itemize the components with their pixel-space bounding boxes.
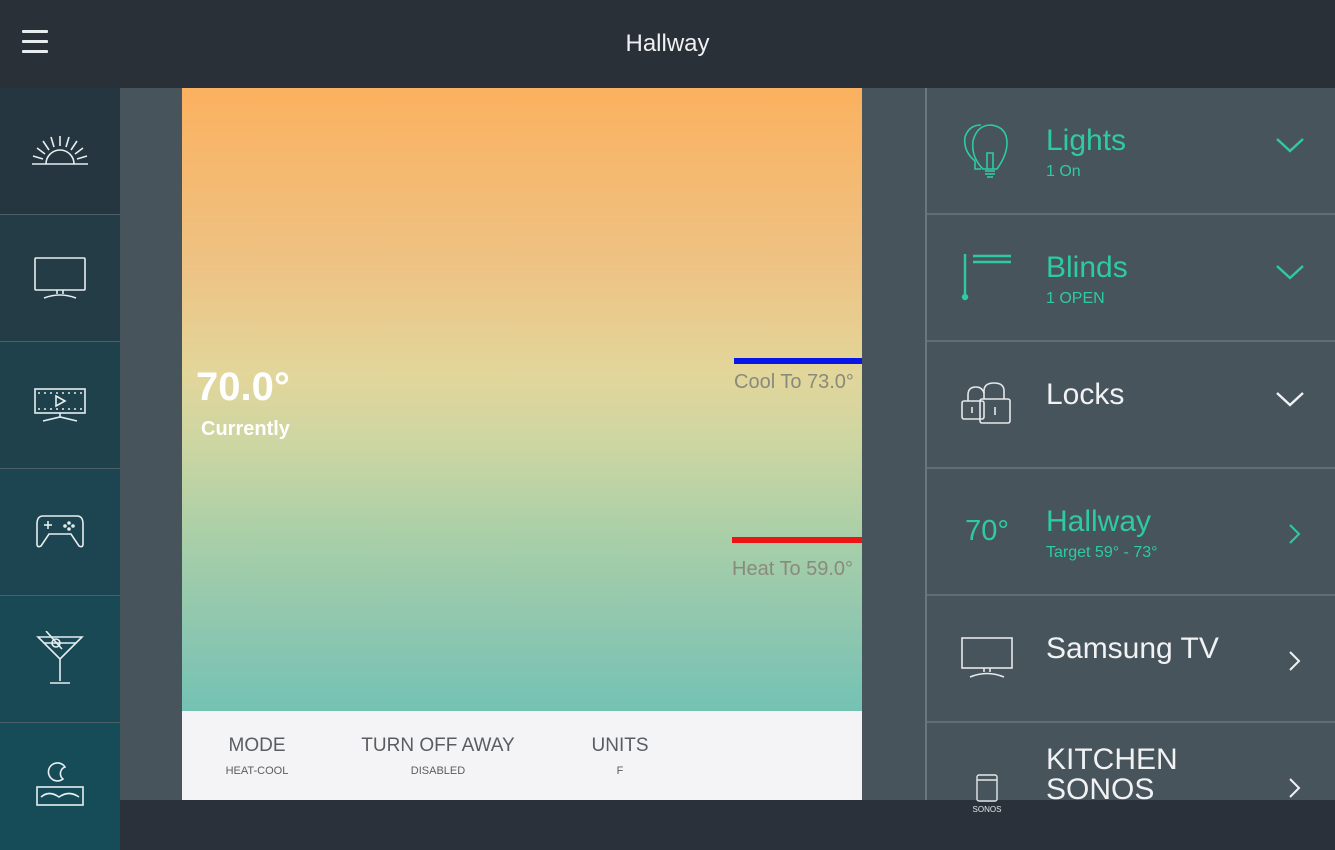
device-name: Hallway xyxy=(1046,505,1152,538)
chevron-down-icon[interactable] xyxy=(1275,390,1305,408)
device-name: Samsung TV xyxy=(1046,632,1219,665)
turn-off-away-value: DISABLED xyxy=(410,765,466,777)
chevron-down-icon[interactable] xyxy=(1275,136,1305,154)
device-row-lights[interactable]: Lights 1 On xyxy=(927,88,1335,215)
left-gutter xyxy=(120,88,182,800)
device-name: Lights xyxy=(1046,124,1127,157)
chevron-down-icon[interactable] xyxy=(1275,263,1305,281)
device-status: Target 59° - 73° xyxy=(1046,544,1158,561)
mode-value: HEAT-COOL xyxy=(225,765,289,777)
page-title: Hallway xyxy=(625,30,710,57)
device-status: 1 OPEN xyxy=(1046,290,1105,307)
movie-screen-icon xyxy=(34,388,86,422)
turn-off-away-label: TURN OFF AWAY xyxy=(361,735,515,756)
mode-setting[interactable]: MODE HEAT-COOL xyxy=(222,735,292,777)
units-setting[interactable]: UNITS F xyxy=(585,735,655,777)
device-name: Locks xyxy=(1046,378,1125,411)
device-row-samsung-tv[interactable]: Samsung TV xyxy=(927,596,1335,723)
thermostat-settings-bar: MODE HEAT-COOL TURN OFF AWAY DISABLED UN… xyxy=(182,711,862,800)
padlocks-icon xyxy=(957,374,1017,434)
device-row-blinds[interactable]: Blinds 1 OPEN xyxy=(927,215,1335,342)
sidebar-item-gaming[interactable] xyxy=(0,469,120,596)
sunrise-icon xyxy=(32,136,88,165)
chevron-right-icon[interactable] xyxy=(1287,650,1301,672)
mode-label: MODE xyxy=(228,735,286,756)
sidebar-item-party[interactable] xyxy=(0,596,120,723)
chevron-right-icon[interactable] xyxy=(1287,523,1301,545)
device-row-kitchen-sonos[interactable]: SONOS KITCHEN SONOS xyxy=(927,723,1335,850)
blinds-icon xyxy=(957,247,1017,307)
thermostat-current-temp: 70° xyxy=(965,514,1009,547)
martini-icon xyxy=(36,631,84,684)
device-name: Blinds xyxy=(1046,251,1128,284)
gamepad-icon xyxy=(36,515,84,548)
current-label: Currently xyxy=(201,418,290,440)
tv-icon xyxy=(34,257,86,299)
sidebar-item-movie[interactable] xyxy=(0,342,120,469)
scene-sidebar xyxy=(0,88,120,850)
heat-setpoint-handle[interactable] xyxy=(732,537,862,543)
thermostat-panel: 70.0° Currently Cool To 73.0° Heat To 59… xyxy=(182,88,862,711)
current-temperature: 70.0° xyxy=(196,365,290,409)
bed-moon-icon xyxy=(36,761,84,806)
device-row-locks[interactable]: Locks xyxy=(927,342,1335,469)
device-name: KITCHEN SONOS xyxy=(1046,743,1178,806)
sonos-caption: SONOS xyxy=(973,805,1002,813)
sidebar-item-sunrise[interactable] xyxy=(0,88,120,215)
devices-panel: Lights 1 On Blinds 1 OPEN Locks 70° Hall… xyxy=(925,88,1335,813)
sonos-speaker-icon: SONOS xyxy=(957,763,1017,823)
units-value: F xyxy=(616,765,624,777)
units-label: UNITS xyxy=(591,735,649,756)
top-bar: Hallway xyxy=(0,0,1335,88)
device-row-hallway-thermostat[interactable]: 70° Hallway Target 59° - 73° xyxy=(927,469,1335,596)
heat-setpoint-label: Heat To 59.0° xyxy=(732,558,854,580)
tv-icon xyxy=(957,628,1017,688)
sidebar-item-sleep[interactable] xyxy=(0,723,120,850)
device-status: 1 On xyxy=(1046,163,1081,180)
turn-off-away-setting[interactable]: TURN OFF AWAY DISABLED xyxy=(358,735,518,777)
cool-setpoint-label: Cool To 73.0° xyxy=(734,371,854,393)
sidebar-item-tv[interactable] xyxy=(0,215,120,342)
lightbulbs-icon xyxy=(957,120,1017,180)
chevron-right-icon[interactable] xyxy=(1287,777,1301,799)
right-gutter xyxy=(862,88,925,800)
cool-setpoint-handle[interactable] xyxy=(734,358,862,364)
